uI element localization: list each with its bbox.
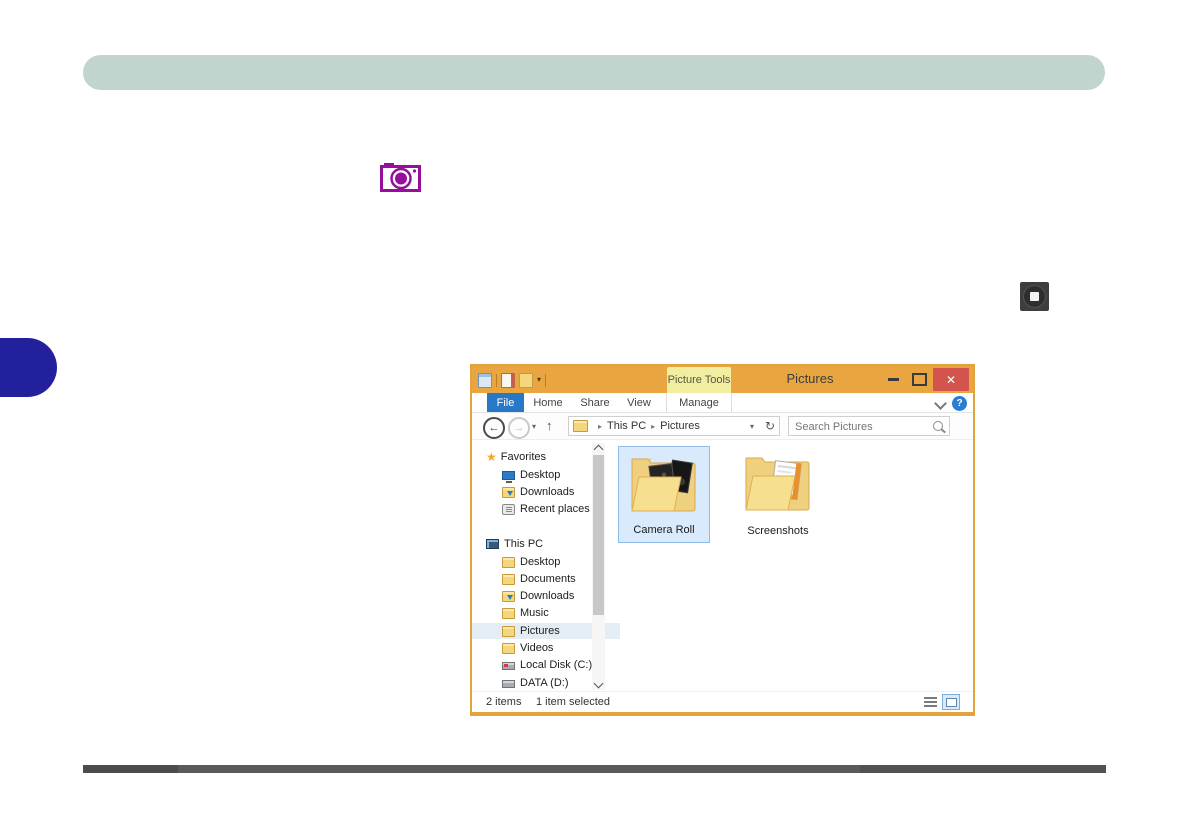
sidebar-item-label: Music [520, 607, 549, 619]
search-box [788, 416, 950, 436]
minimize-button[interactable] [888, 378, 899, 381]
tab-view[interactable]: View [622, 393, 656, 412]
header-pill [83, 55, 1105, 90]
sidebar-item-label: Downloads [520, 486, 575, 498]
sidebar-group-label: Favorites [500, 451, 547, 463]
breadcrumb-separator-icon: ▸ [598, 421, 603, 431]
address-dropdown-caret-icon[interactable]: ▾ [750, 422, 754, 431]
help-button[interactable]: ? [952, 396, 967, 411]
breadcrumb-pictures[interactable]: Pictures [660, 420, 700, 432]
screenshots-folder-icon [745, 457, 810, 511]
forward-arrow-icon: → [513, 422, 525, 434]
toolbar-separator [545, 373, 547, 387]
documents-icon [502, 573, 515, 585]
local-disk-icon [502, 662, 515, 670]
quick-access-toolbar: ▾ [478, 372, 547, 388]
tab-home[interactable]: Home [530, 393, 566, 412]
page: ▾ Picture Tools Pictures ✕ File Home Sha… [0, 0, 1190, 838]
search-icon[interactable] [933, 421, 943, 431]
explorer-window: ▾ Picture Tools Pictures ✕ File Home Sha… [470, 364, 975, 716]
status-bar: 2 items 1 item selected [472, 691, 973, 712]
tab-file[interactable]: File [487, 393, 524, 412]
data-drive-icon [502, 680, 515, 688]
qat-customize-caret-icon[interactable]: ▾ [537, 376, 541, 384]
sidebar-group-favorites[interactable]: ★ Favorites [472, 449, 604, 465]
videos-icon [502, 642, 515, 654]
camera-stop-button-icon [1020, 282, 1049, 311]
close-button[interactable]: ✕ [933, 368, 969, 391]
search-input[interactable] [793, 418, 927, 436]
folder-tile-camera-roll[interactable]: Camera Roll [618, 446, 710, 543]
music-icon [502, 607, 515, 619]
scrollbar-thumb[interactable] [593, 455, 604, 615]
up-button[interactable]: ↑ [546, 418, 553, 433]
ribbon-collapse-chevron-icon[interactable] [934, 397, 947, 410]
folder-name: Camera Roll [633, 524, 695, 536]
maximize-button[interactable] [912, 373, 927, 386]
picture-tools-contextual-label: Picture Tools [667, 367, 731, 393]
sidebar-item-label: Local Disk (C:) [520, 659, 593, 671]
breadcrumb-this-pc[interactable]: This PC [607, 420, 646, 432]
refresh-icon[interactable]: ↻ [765, 419, 775, 433]
breadcrumb-folder-icon [573, 420, 588, 432]
camera-icon [380, 163, 421, 192]
desktop-icon [502, 470, 515, 483]
scroll-down-icon[interactable] [593, 678, 604, 689]
footer-rule-segment [83, 765, 178, 773]
toolbar-separator [496, 373, 497, 387]
sidebar-item-label: Pictures [520, 625, 560, 637]
main-area: ★ Favorites Desktop Downloads Recent pla… [472, 440, 973, 691]
forward-button[interactable]: → [508, 417, 530, 439]
favorites-star-icon: ★ [486, 450, 497, 464]
new-folder-icon[interactable] [519, 372, 533, 388]
address-bar-row: ← → ▾ ↑ ▸ This PC ▸ Pictures ▾ ↻ [472, 413, 973, 440]
address-box[interactable]: ▸ This PC ▸ Pictures [568, 416, 780, 436]
scroll-up-icon[interactable] [593, 444, 604, 455]
downloads-icon [502, 486, 515, 498]
sidebar-item-label: Recent places [520, 503, 590, 515]
window-titlebar[interactable]: ▾ Picture Tools Pictures ✕ [472, 366, 973, 393]
items-count: 2 items [486, 696, 522, 708]
sidebar-item-label: Desktop [520, 469, 561, 481]
recent-places-icon [502, 503, 515, 515]
sidebar-item-label: DATA (D:) [520, 677, 569, 689]
desktop-folder-icon [502, 556, 515, 568]
explorer-icon[interactable] [478, 372, 492, 388]
sidebar-item-label: Downloads [520, 590, 575, 602]
sidebar-group-this-pc[interactable]: This PC [472, 536, 604, 552]
properties-icon[interactable] [501, 372, 515, 388]
thumbnail-view-button[interactable] [942, 694, 960, 710]
folder-name: Screenshots [747, 525, 809, 537]
details-view-button[interactable] [924, 697, 937, 708]
chapter-edge-tab [0, 338, 57, 397]
sidebar-item-label: Desktop [520, 556, 561, 568]
selection-summary: 1 item selected [536, 696, 610, 708]
ribbon-tab-row: File Home Share View Manage ? [472, 393, 973, 413]
back-arrow-icon: ← [488, 422, 500, 434]
this-pc-icon [486, 539, 499, 549]
stop-square [1030, 292, 1039, 301]
camera-roll-folder-icon [631, 458, 696, 512]
downloads-icon [502, 590, 515, 602]
footer-rule-segment [860, 765, 1106, 773]
window-title: Pictures [786, 371, 834, 386]
recent-locations-caret-icon[interactable]: ▾ [532, 422, 536, 431]
folder-tile-screenshots[interactable]: Screenshots [732, 446, 824, 543]
tab-manage[interactable]: Manage [666, 393, 732, 412]
sidebar-item-label: Documents [520, 573, 576, 585]
tab-share[interactable]: Share [576, 393, 614, 412]
sidebar-scrollbar[interactable] [592, 443, 605, 690]
pictures-icon [502, 625, 515, 637]
breadcrumb-separator-icon: ▸ [651, 421, 656, 431]
back-button[interactable]: ← [483, 417, 505, 439]
sidebar-item-label: Videos [520, 642, 554, 654]
sidebar-group-label: This PC [504, 538, 544, 550]
